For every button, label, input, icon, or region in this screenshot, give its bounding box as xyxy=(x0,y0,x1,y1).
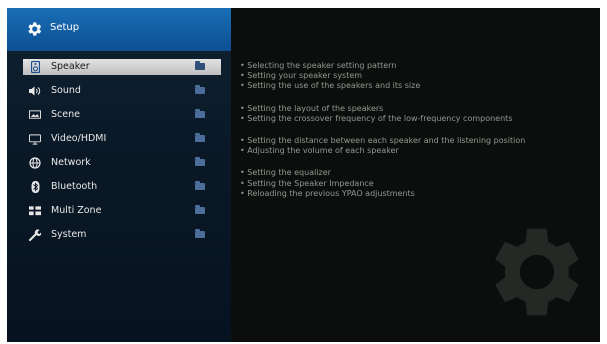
folder-icon xyxy=(195,85,205,94)
gear-watermark-icon xyxy=(495,228,579,316)
menu-item-scene[interactable]: Scene xyxy=(23,107,221,123)
folder-icon xyxy=(195,109,205,118)
description-line: • Adjusting the volume of each speaker xyxy=(240,146,399,156)
menu-label: Speaker xyxy=(51,61,90,72)
folder-icon xyxy=(195,205,205,214)
menu-item-network[interactable]: Network xyxy=(23,155,221,171)
description-line: • Setting the crossover frequency of the… xyxy=(240,113,513,123)
page-title: Setup xyxy=(50,22,80,33)
description-line: • Reloading the previous YPAO adjustment… xyxy=(240,188,415,198)
setup-header: Setup xyxy=(7,8,231,51)
menu-label: System xyxy=(51,229,87,240)
folder-icon xyxy=(195,133,205,142)
description-group: • Setting the equalizer • Setting the Sp… xyxy=(240,168,600,199)
globe-icon xyxy=(29,157,41,169)
multi-zone-icon xyxy=(29,205,41,217)
bluetooth-icon xyxy=(29,181,41,193)
menu-item-speaker[interactable]: Speaker xyxy=(23,59,221,75)
menu-label: Multi Zone xyxy=(51,205,102,216)
menu-label: Network xyxy=(51,157,91,168)
description-group: • Setting the distance between each spea… xyxy=(240,136,600,156)
menu-item-video-hdmi[interactable]: Video/HDMI xyxy=(23,131,221,147)
description-line: • Setting the Speaker Impedance xyxy=(240,178,374,188)
scene-icon xyxy=(29,109,41,121)
description-line: • Setting the equalizer xyxy=(240,168,331,178)
description-line: • Selecting the speaker setting pattern xyxy=(240,61,397,70)
menu-item-multi-zone[interactable]: Multi Zone xyxy=(23,203,221,219)
menu-item-sound[interactable]: Sound xyxy=(23,83,221,99)
description-group: • Selecting the speaker setting pattern … xyxy=(240,61,600,92)
gear-icon xyxy=(28,22,42,36)
speaker-icon xyxy=(29,61,41,73)
folder-icon xyxy=(195,157,205,166)
folder-icon xyxy=(195,181,205,190)
menu-label: Scene xyxy=(51,109,80,120)
description-line: • Setting the distance between each spea… xyxy=(240,136,526,146)
description-group: • Setting the layout of the speakers • S… xyxy=(240,104,600,124)
description-line: • Setting the use of the speakers and it… xyxy=(240,81,421,91)
speaker-description: • Selecting the speaker setting pattern … xyxy=(240,61,600,211)
setup-screen: Setup Speaker Sound Scene Video/HDMI Net… xyxy=(7,8,600,342)
volume-icon xyxy=(29,85,41,97)
menu-label: Video/HDMI xyxy=(51,133,107,144)
menu-item-system[interactable]: System xyxy=(23,227,221,243)
tv-icon xyxy=(29,133,41,145)
description-line: • Setting your speaker system xyxy=(240,71,363,81)
folder-icon xyxy=(195,229,205,238)
wrench-icon xyxy=(29,229,41,241)
menu-item-bluetooth[interactable]: Bluetooth xyxy=(23,179,221,195)
description-line: • Setting the layout of the speakers xyxy=(240,103,384,113)
description-panel: • Selecting the speaker setting pattern … xyxy=(231,8,600,342)
menu-label: Sound xyxy=(51,85,81,96)
menu-label: Bluetooth xyxy=(51,181,98,192)
left-panel: Setup Speaker Sound Scene Video/HDMI Net… xyxy=(7,8,231,342)
folder-icon xyxy=(195,61,205,70)
